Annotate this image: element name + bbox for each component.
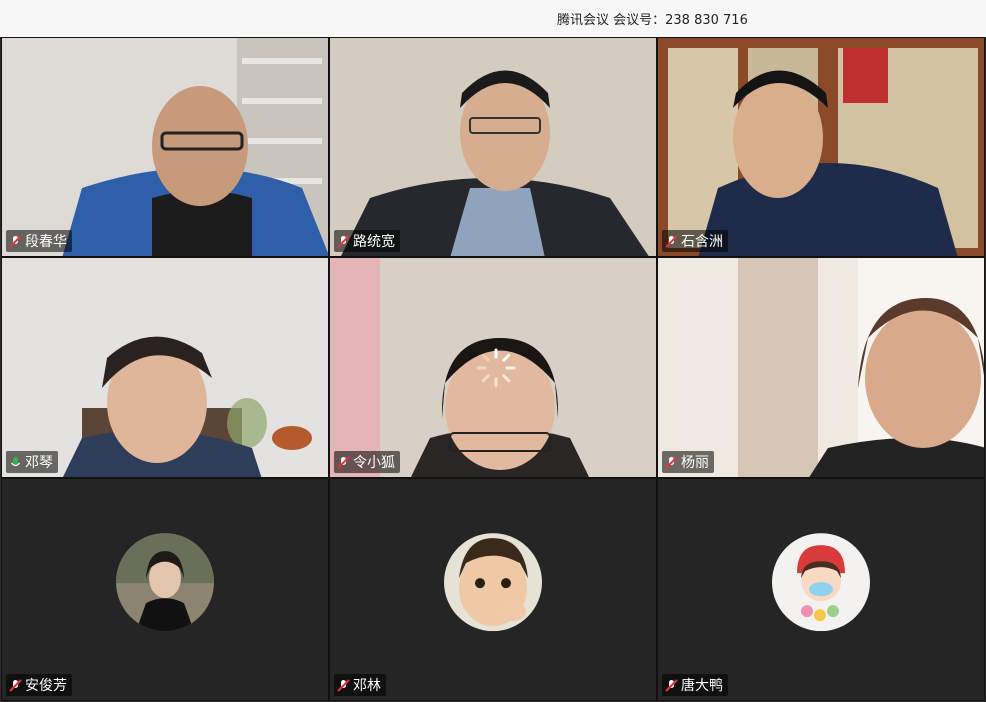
- participant-name: 路统宽: [353, 234, 395, 250]
- avatar: [444, 532, 542, 631]
- video-feed: [330, 38, 656, 256]
- video-feed: [2, 38, 328, 256]
- mic-muted-icon: [337, 678, 350, 692]
- participant-name: 令小狐: [353, 455, 395, 471]
- participant-tile[interactable]: 唐大鸭: [657, 478, 985, 701]
- mic-muted-icon: [337, 455, 350, 469]
- participant-tile[interactable]: 路统宽: [329, 37, 657, 257]
- participant-tile[interactable]: 安俊芳: [1, 478, 329, 701]
- participant-name: 邓林: [353, 678, 381, 694]
- participant-label: 邓林: [334, 674, 386, 696]
- participant-label: 邓琴: [6, 451, 58, 473]
- participant-name: 唐大鸭: [681, 678, 723, 694]
- loading-spinner-icon: [476, 348, 516, 388]
- participant-label: 安俊芳: [6, 674, 72, 696]
- video-feed: [658, 38, 984, 256]
- participant-name: 段春华: [25, 234, 67, 250]
- participant-tile[interactable]: 杨丽: [657, 257, 985, 478]
- participant-name: 邓琴: [25, 455, 53, 471]
- mic-muted-icon: [337, 234, 350, 248]
- participant-label: 石含洲: [662, 230, 728, 252]
- participant-tile[interactable]: 石含洲: [657, 37, 985, 257]
- avatar: [116, 532, 214, 631]
- mic-muted-icon: [665, 234, 678, 248]
- window-title: 腾讯会议 会议号：238 830 716: [557, 13, 748, 28]
- participant-label: 路统宽: [334, 230, 400, 252]
- mic-active-icon: [11, 456, 20, 466]
- video-feed: [658, 258, 984, 477]
- mic-muted-icon: [9, 678, 22, 692]
- mic-muted-icon: [665, 455, 678, 469]
- participant-label: 唐大鸭: [662, 674, 728, 696]
- participant-label: 令小狐: [334, 451, 400, 473]
- participant-name: 杨丽: [681, 455, 709, 471]
- participant-name: 石含洲: [681, 234, 723, 250]
- mic-muted-icon: [9, 234, 22, 248]
- participant-label: 段春华: [6, 230, 72, 252]
- participant-tile[interactable]: 邓琴: [1, 257, 329, 478]
- video-feed: [2, 258, 328, 477]
- title-bar: 腾讯会议 会议号：238 830 716: [0, 0, 986, 36]
- mic-muted-icon: [665, 678, 678, 692]
- participant-tile[interactable]: 邓林: [329, 478, 657, 701]
- avatar: [772, 532, 870, 631]
- participant-tile[interactable]: 段春华: [1, 37, 329, 257]
- participant-name: 安俊芳: [25, 678, 67, 694]
- participant-label: 杨丽: [662, 451, 714, 473]
